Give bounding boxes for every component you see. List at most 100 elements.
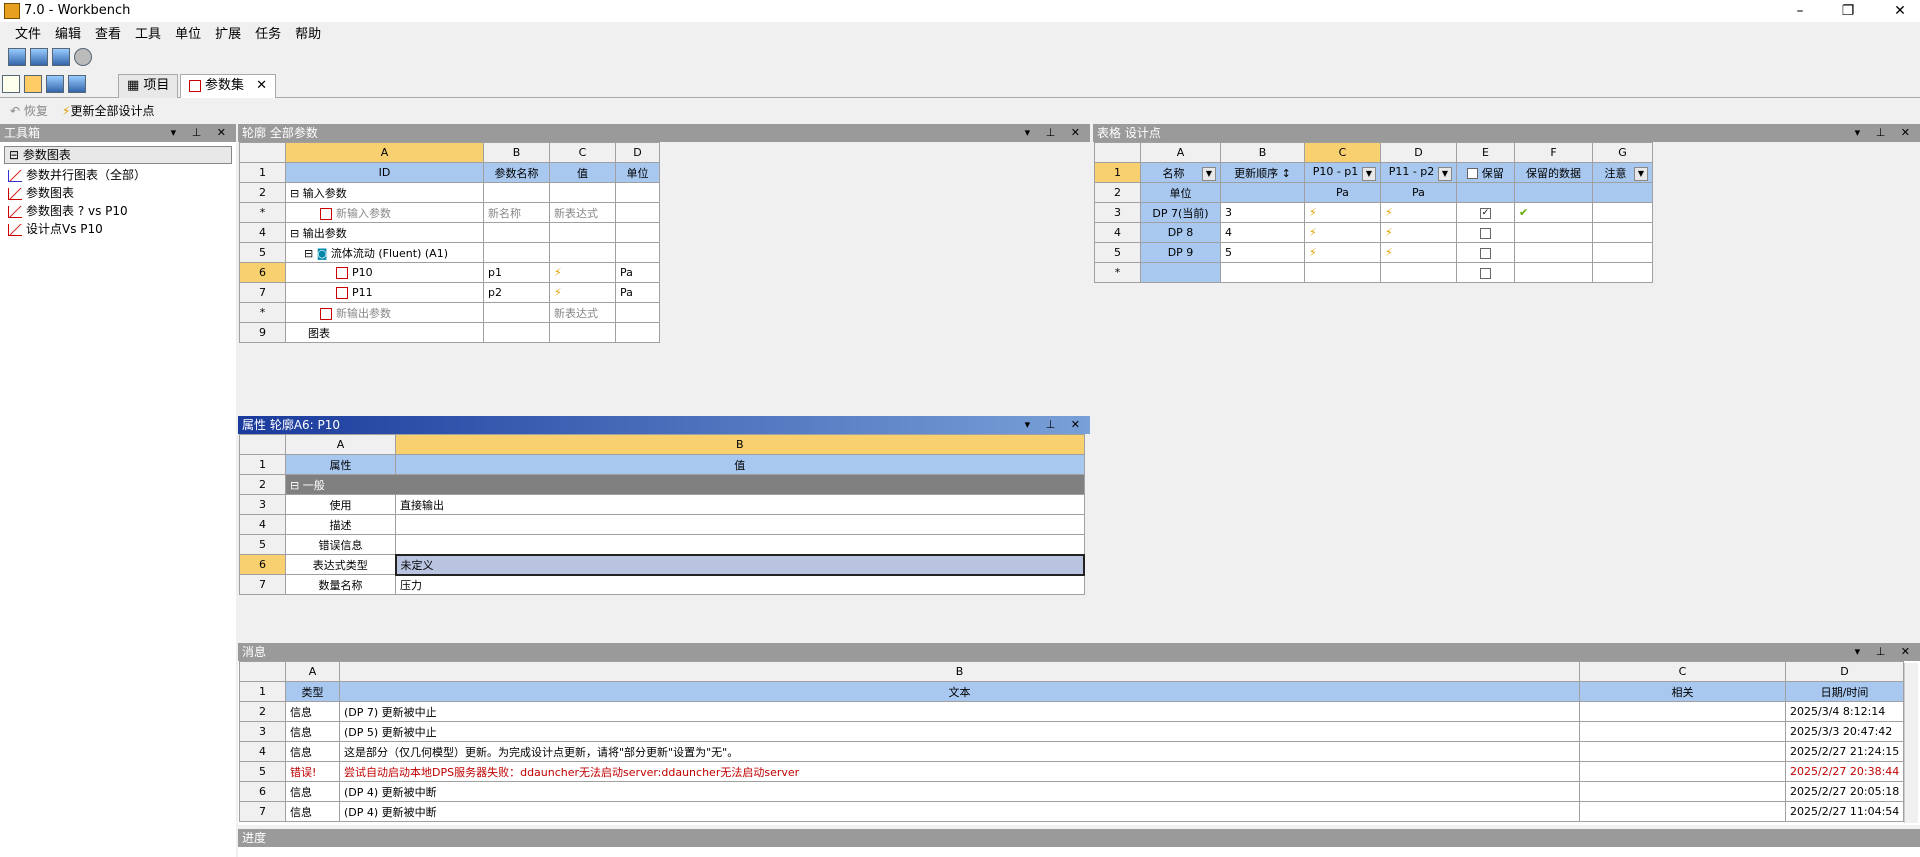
cell[interactable] [1514, 222, 1593, 243]
cell[interactable] [615, 302, 660, 323]
cell[interactable] [1220, 262, 1305, 283]
menu-edit[interactable]: 编辑 [48, 24, 88, 46]
collapse-icon[interactable]: ⊟ [290, 479, 303, 492]
collapse-icon[interactable]: ⊟ [9, 148, 23, 162]
cell[interactable]: Pa [615, 282, 660, 303]
header-cell[interactable]: P11 - p2 ▼ [1380, 162, 1457, 183]
cell[interactable]: ⚡ [1380, 222, 1457, 243]
close-icon[interactable]: ✕ [1885, 2, 1915, 20]
table-row[interactable]: 9 图表 [239, 322, 660, 343]
col-header[interactable]: E [1456, 142, 1515, 163]
cell[interactable] [1456, 262, 1515, 283]
retain-checkbox[interactable]: ✓ [1480, 207, 1491, 219]
table-row[interactable]: 2 ⊟ 输入参数 [239, 182, 660, 203]
tab-close-icon[interactable]: ✕ [256, 78, 267, 93]
collapse-icon[interactable]: ⊟ [290, 187, 303, 200]
header-cell[interactable]: 名称 ▼ [1140, 162, 1221, 183]
cell[interactable]: ⚡ [1380, 202, 1457, 223]
dropdown-arrow-icon[interactable]: ▼ [1438, 166, 1452, 181]
cell[interactable]: 新表达式 [549, 302, 616, 323]
col-header[interactable]: D [1380, 142, 1457, 163]
cell[interactable] [549, 242, 616, 263]
table-row[interactable]: 4 ⊟ 输出参数 [239, 222, 660, 243]
cell[interactable]: P10 [285, 262, 484, 283]
menu-file[interactable]: 文件 [8, 24, 48, 46]
header-cell[interactable]: 保留 [1456, 162, 1515, 183]
toolbox-item[interactable]: 参数图表 ? vs P10 [0, 202, 236, 220]
cell[interactable]: ⊟ 输出参数 [285, 222, 484, 243]
cell[interactable]: 新输入参数 [285, 202, 484, 223]
cell[interactable]: 压力 [395, 574, 1085, 595]
table-row[interactable]: 5 错误信息 [239, 534, 1085, 555]
cell[interactable] [615, 322, 660, 343]
col-header[interactable]: B [395, 434, 1085, 455]
table-row[interactable]: 5 DP 9 5 ⚡ ⚡ [1094, 242, 1653, 263]
sort-icon[interactable]: ↕ [1278, 167, 1291, 180]
table-row[interactable]: 4 信息 这是部分（仅几何模型）更新。为完成设计点更新，请将"部分更新"设置为"无"… [239, 741, 1904, 762]
maximize-icon[interactable]: ❐ [1833, 2, 1863, 20]
table-row[interactable]: * 新输出参数 新表达式 [239, 302, 660, 323]
tab-project[interactable]: ▦ 项目 [118, 74, 179, 98]
col-header[interactable]: C [1579, 661, 1786, 682]
col-header[interactable]: A [285, 434, 396, 455]
cell[interactable] [1514, 262, 1593, 283]
cell[interactable] [1140, 262, 1221, 283]
col-header[interactable]: A [1140, 142, 1221, 163]
cell[interactable] [1514, 242, 1593, 263]
cell[interactable] [395, 534, 1085, 555]
table-row[interactable]: 7 数量名称 压力 [239, 574, 1085, 595]
retain-all-checkbox[interactable] [1467, 168, 1479, 179]
col-header[interactable]: G [1592, 142, 1653, 163]
table-row[interactable]: 2 ⊟ 一般 [239, 474, 1085, 495]
col-header[interactable]: A [285, 661, 340, 682]
retain-checkbox[interactable] [1480, 227, 1491, 239]
table-row[interactable]: 4 描述 [239, 514, 1085, 535]
cell[interactable]: ⚡ [1304, 222, 1381, 243]
col-header[interactable]: F [1514, 142, 1593, 163]
cell[interactable] [615, 242, 660, 263]
dropdown-arrow-icon[interactable]: ▼ [1202, 166, 1216, 181]
cell[interactable]: ⚡ [1304, 202, 1381, 223]
table-row[interactable]: 3 DP 7(当前) 3 ⚡ ⚡ ✓ ✔ [1094, 202, 1653, 223]
restore-button[interactable]: ↶ 恢复 [10, 102, 48, 119]
chart-small-icon[interactable] [68, 75, 86, 93]
panel-buttons[interactable]: ▾ ⊥ ✕ [171, 124, 232, 142]
cell[interactable]: ✔ [1514, 202, 1593, 223]
cell[interactable] [1592, 222, 1653, 243]
col-header[interactable]: D [1785, 661, 1904, 682]
cell[interactable]: 图表 [285, 322, 484, 343]
table-row[interactable]: * 新输入参数 新名称 新表达式 [239, 202, 660, 223]
cell[interactable] [1456, 242, 1515, 263]
panel-buttons[interactable]: ▾ ⊥ ✕ [1855, 124, 1916, 142]
cell[interactable]: P11 [285, 282, 484, 303]
cell[interactable]: Pa [615, 262, 660, 283]
header-cell[interactable]: 更新顺序 ↕ [1220, 162, 1305, 183]
dropdown-arrow-icon[interactable]: ▼ [1634, 166, 1648, 181]
cell[interactable] [1592, 242, 1653, 263]
cell[interactable] [1456, 222, 1515, 243]
cell[interactable] [483, 302, 550, 323]
header-cell[interactable]: P10 - p1 ▼ [1304, 162, 1381, 183]
save-small-icon[interactable] [46, 75, 64, 93]
cell[interactable]: 4 [1220, 222, 1305, 243]
col-header[interactable]: B [339, 661, 1580, 682]
cell[interactable]: ✓ [1456, 202, 1515, 223]
cell[interactable]: 5 [1220, 242, 1305, 263]
cell[interactable] [549, 222, 616, 243]
menu-view[interactable]: 查看 [88, 24, 128, 46]
col-header[interactable]: B [1220, 142, 1305, 163]
cell[interactable]: ⚡ [549, 282, 616, 303]
new-icon[interactable] [2, 75, 20, 93]
table-row[interactable]: 6 信息 (DP 4) 更新被中断 2025/2/27 20:05:18 [239, 781, 1904, 802]
dropdown-arrow-icon[interactable]: ▼ [1362, 166, 1376, 181]
open-icon[interactable] [24, 75, 42, 93]
cell[interactable] [1304, 262, 1381, 283]
cell[interactable]: ⚡ [1304, 242, 1381, 263]
menu-tools[interactable]: 工具 [128, 24, 168, 46]
cell[interactable]: 新表达式 [549, 202, 616, 223]
table-row[interactable]: 2 信息 (DP 7) 更新被中止 2025/3/4 8:12:14 [239, 701, 1904, 722]
group-row[interactable]: ⊟ 一般 [285, 474, 1085, 495]
cell[interactable]: ⊟ 输入参数 [285, 182, 484, 203]
cell[interactable]: ⚡ [1380, 242, 1457, 263]
cell[interactable]: p1 [483, 262, 550, 283]
